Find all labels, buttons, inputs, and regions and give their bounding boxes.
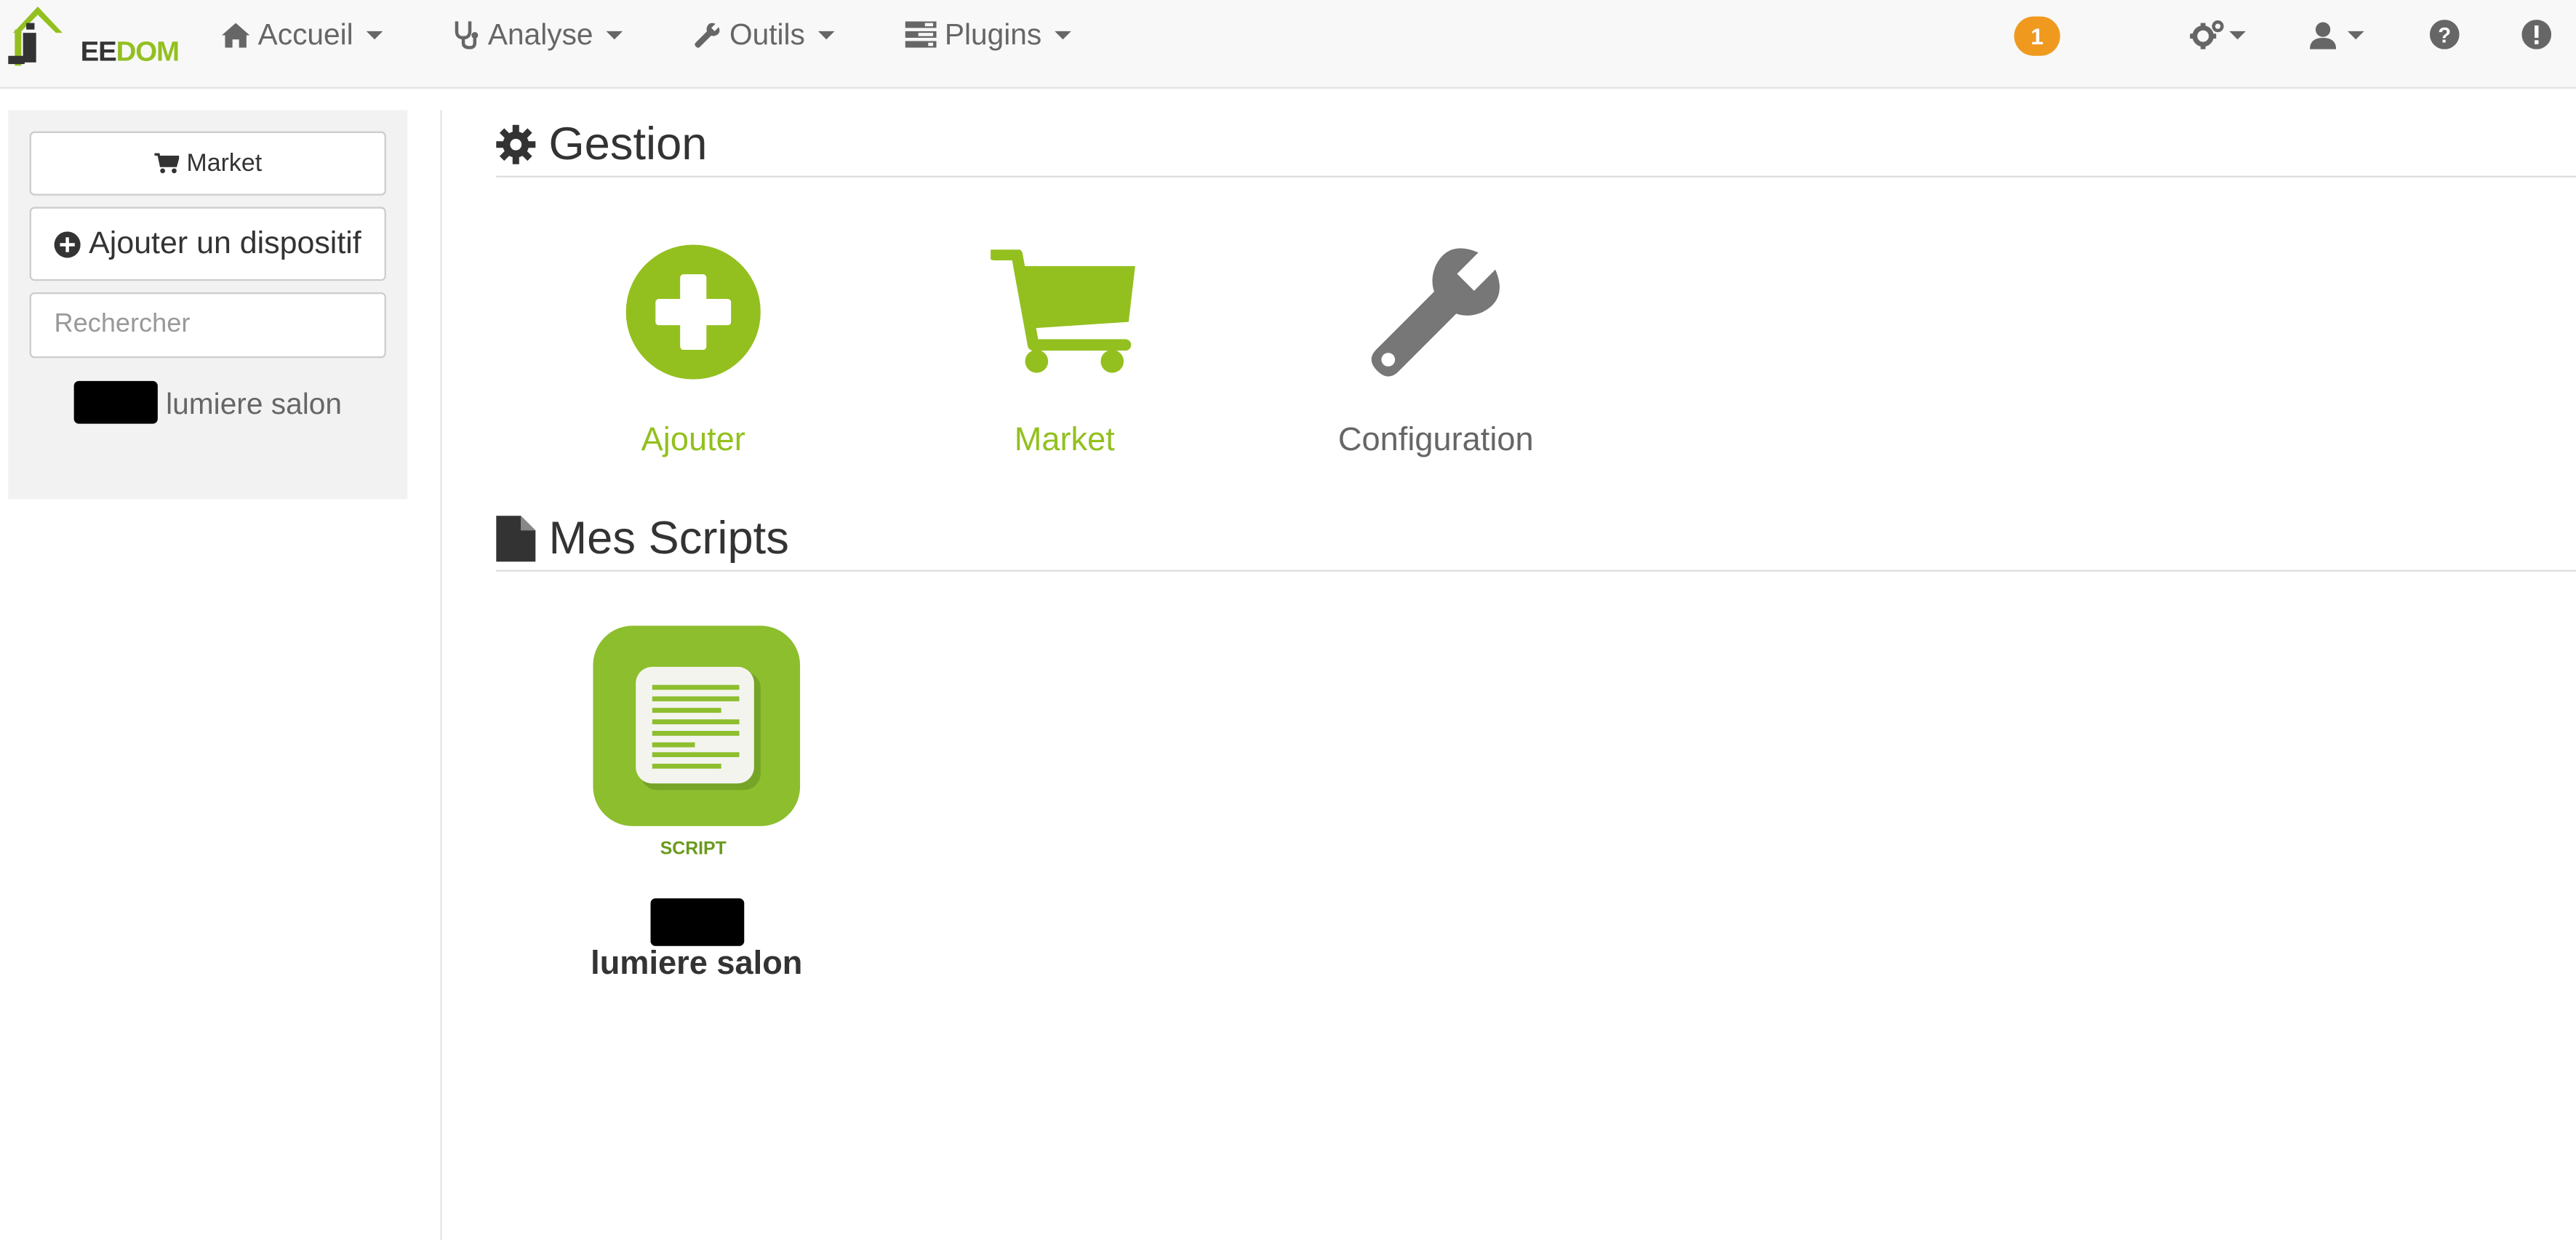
cogs-icon (2190, 20, 2224, 49)
shopping-cart-icon (153, 153, 179, 174)
script-document-icon: SCRIPT (593, 625, 801, 858)
nav-plugins-label: Plugins (944, 17, 1042, 50)
plus-circle-icon (625, 244, 761, 380)
nav-accueil-label: Accueil (257, 17, 353, 50)
tile-icon-wrap (916, 230, 1212, 394)
nav-plugins[interactable]: Plugins (905, 15, 1071, 54)
gear-icon (496, 124, 536, 164)
svg-text:?: ? (2438, 24, 2451, 48)
redacted-block (73, 381, 158, 425)
sidebar-item-lumiere-salon[interactable]: lumiere salon (73, 381, 353, 428)
nav-analyse-label: Analyse (487, 17, 593, 50)
exclamation-icon (2521, 20, 2552, 49)
logo-wordmark: EEDOM (80, 36, 180, 68)
scripts-title-text: Mes Scripts (548, 511, 789, 563)
tasks-icon (905, 21, 937, 48)
plus-circle-icon (54, 231, 81, 257)
nav-analyse[interactable]: Analyse (453, 15, 623, 54)
help-button[interactable]: ? (2429, 17, 2460, 53)
search-input[interactable] (29, 292, 386, 359)
scripts-section-title: Mes Scripts (496, 506, 2576, 572)
chevron-down-icon (1055, 30, 1071, 39)
home-icon (221, 22, 250, 47)
settings-menu[interactable] (2190, 17, 2246, 53)
alert-button[interactable] (2521, 17, 2552, 53)
chevron-down-icon (2229, 30, 2246, 39)
gestion-section-title: Gestion (496, 112, 2576, 177)
script-card-lumiere-salon[interactable]: SCRIPT lumiere salon (565, 624, 828, 984)
page: EEDOM Accueil Analyse Outils Plugins 1 ?… (0, 0, 2576, 1240)
redacted-block (649, 898, 744, 946)
file-icon (496, 514, 536, 561)
market-button[interactable]: Market (29, 131, 386, 196)
tile-icon-wrap (1288, 230, 1584, 394)
script-card-name: lumiere salon (591, 945, 803, 983)
sidebar-item-label: lumiere salon (166, 387, 342, 421)
tile-market-label: Market (1014, 422, 1115, 459)
tile-ajouter[interactable]: Ajouter (545, 230, 841, 460)
chevron-down-icon (606, 30, 623, 39)
chevron-down-icon (2347, 30, 2364, 39)
content-divider (440, 110, 442, 1240)
jeedom-logo[interactable]: EEDOM (7, 0, 180, 72)
tile-configuration[interactable]: Configuration (1288, 230, 1584, 460)
wrench-icon (1371, 248, 1500, 377)
add-device-button[interactable]: Ajouter un dispositif (29, 207, 386, 281)
top-navbar: EEDOM Accueil Analyse Outils Plugins 1 ? (0, 0, 2576, 89)
shopping-cart-icon (991, 249, 1135, 373)
nav-accueil[interactable]: Accueil (221, 15, 383, 54)
tile-configuration-label: Configuration (1337, 422, 1534, 459)
gestion-title-text: Gestion (548, 117, 708, 169)
chevron-down-icon (817, 30, 835, 39)
market-button-label: Market (186, 149, 263, 177)
user-menu[interactable] (2310, 17, 2364, 53)
tile-market[interactable]: Market (916, 230, 1212, 460)
wrench-icon (695, 22, 720, 47)
nav-outils[interactable]: Outils (693, 15, 835, 54)
stethoscope-icon (455, 21, 479, 49)
notification-badge[interactable]: 1 (2014, 16, 2060, 56)
script-badge-text: SCRIPT (660, 839, 727, 858)
sidebar: Market Ajouter un dispositif lumiere sal… (8, 110, 408, 500)
add-device-button-label: Ajouter un dispositif (89, 225, 361, 260)
house-j-logo-icon (8, 7, 63, 66)
chevron-down-icon (366, 30, 383, 39)
question-icon: ? (2429, 20, 2460, 49)
nav-outils-label: Outils (729, 17, 805, 50)
tile-icon-wrap (545, 230, 841, 394)
tile-ajouter-label: Ajouter (641, 422, 745, 459)
user-icon (2310, 21, 2337, 49)
